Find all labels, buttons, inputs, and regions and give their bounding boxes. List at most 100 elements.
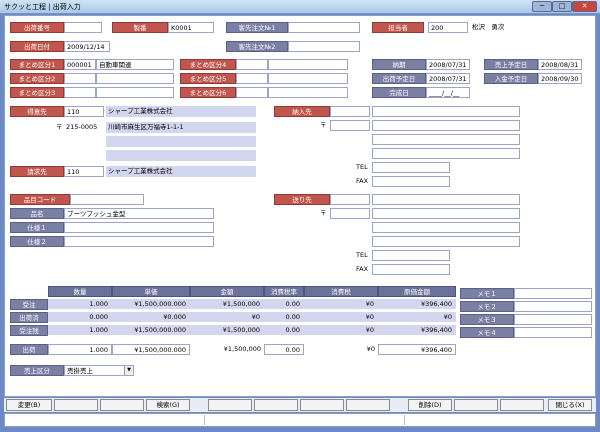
group1-name-field[interactable]: 自動車関連 bbox=[96, 59, 174, 70]
group1-label: まとめ区分1 bbox=[10, 59, 64, 70]
group6-name-field[interactable] bbox=[268, 87, 348, 98]
group3-name-field[interactable] bbox=[96, 87, 174, 98]
ship-fax-field[interactable] bbox=[372, 264, 450, 275]
delivery-tel-field[interactable] bbox=[372, 162, 450, 173]
maximize-button[interactable]: □ bbox=[552, 1, 572, 12]
delivery-address2[interactable] bbox=[372, 134, 520, 145]
ship-price-field[interactable]: ¥1,500,000.000 bbox=[112, 344, 190, 355]
row-order-amount: ¥1,500,000 bbox=[190, 299, 264, 310]
row-remaining-amount: ¥1,500,000 bbox=[190, 325, 264, 336]
row-ship-label: 出荷 bbox=[10, 344, 48, 355]
fkey-3[interactable] bbox=[100, 399, 144, 411]
item-name-field[interactable]: ブーツプッシュ金型 bbox=[64, 208, 214, 219]
ship-tel-field[interactable] bbox=[372, 250, 450, 261]
minimize-button[interactable]: ─ bbox=[532, 1, 552, 12]
row-shipped-price: ¥0.000 bbox=[112, 312, 190, 323]
group6-code-field[interactable] bbox=[236, 87, 268, 98]
memo1-label: メモ１ bbox=[460, 288, 514, 299]
group5-code-field[interactable] bbox=[236, 73, 268, 84]
ship-to-name[interactable] bbox=[372, 194, 520, 205]
delivery-date-field[interactable]: 2008/07/31 bbox=[426, 59, 470, 70]
completion-date-field[interactable]: ____/__/__ bbox=[426, 87, 470, 98]
ship-address3[interactable] bbox=[372, 236, 520, 247]
memo4-label: メモ４ bbox=[460, 327, 514, 338]
row-shipped-amount: ¥0 bbox=[190, 312, 264, 323]
ship-date-label: 出荷日付 bbox=[10, 41, 64, 52]
ship-postal-field[interactable] bbox=[330, 208, 370, 219]
memo3-field[interactable] bbox=[514, 314, 592, 325]
shipment-no-label: 出荷番号 bbox=[10, 22, 64, 33]
delivery-tel-label: TEL bbox=[356, 163, 368, 171]
seiban-field[interactable]: K0001 bbox=[168, 22, 214, 33]
group1-code-field[interactable]: 000001 bbox=[64, 59, 96, 70]
status-pane-1 bbox=[5, 415, 205, 425]
memo1-field[interactable] bbox=[514, 288, 592, 299]
row-order-qty: 1.000 bbox=[48, 299, 112, 310]
row-remaining-cost: ¥396,400 bbox=[378, 325, 456, 336]
customer-order2-field[interactable] bbox=[288, 41, 360, 52]
completion-date-label: 完成日 bbox=[372, 87, 426, 98]
ship-address1[interactable] bbox=[372, 208, 520, 219]
change-button[interactable]: 変更(B) bbox=[6, 399, 52, 411]
fkey-8[interactable] bbox=[346, 399, 390, 411]
close-window-button[interactable]: ✕ bbox=[572, 1, 597, 12]
billing-name: シャープ工業株式会社 bbox=[106, 166, 256, 177]
delivery-date-label: 納期 bbox=[372, 59, 426, 70]
chevron-down-icon[interactable]: ▼ bbox=[124, 366, 133, 375]
ship-plan-field[interactable]: 2008/07/31 bbox=[426, 73, 470, 84]
col-cost: 原価金額 bbox=[378, 286, 456, 297]
staff-label: 担当者 bbox=[372, 22, 424, 33]
delivery-address3[interactable] bbox=[372, 148, 520, 159]
group3-code-field[interactable] bbox=[64, 87, 96, 98]
group2-name-field[interactable] bbox=[96, 73, 174, 84]
search-button[interactable]: 検索(G) bbox=[146, 399, 190, 411]
delivery-address1[interactable] bbox=[372, 120, 520, 131]
fkey-11[interactable] bbox=[500, 399, 544, 411]
group2-code-field[interactable] bbox=[64, 73, 96, 84]
row-order-tax: ¥0 bbox=[304, 299, 378, 310]
group4-code-field[interactable] bbox=[236, 59, 268, 70]
spec2-label: 仕様２ bbox=[10, 236, 64, 247]
col-tax-rate: 消費税率 bbox=[264, 286, 304, 297]
shipment-no-field[interactable] bbox=[64, 22, 102, 33]
sales-plan-field[interactable]: 2008/08/31 bbox=[538, 59, 582, 70]
sales-plan-label: 売上予定日 bbox=[484, 59, 538, 70]
delete-button[interactable]: 削除(D) bbox=[408, 399, 452, 411]
fkey-7[interactable] bbox=[300, 399, 344, 411]
ship-to-code[interactable] bbox=[330, 194, 370, 205]
ship-date-field[interactable]: 2009/12/14 bbox=[64, 41, 110, 52]
memo4-field[interactable] bbox=[514, 327, 592, 338]
ship-address2[interactable] bbox=[372, 222, 520, 233]
fkey-5[interactable] bbox=[208, 399, 252, 411]
ship-cost-field[interactable]: ¥396,400 bbox=[378, 344, 456, 355]
row-order-rate: 0.00 bbox=[264, 299, 304, 310]
sales-type-select[interactable]: 売掛売上 ▼ bbox=[64, 365, 134, 376]
ship-rate-field[interactable]: 0.00 bbox=[264, 344, 304, 355]
delivery-fax-label: FAX bbox=[356, 177, 369, 185]
col-amount: 金額 bbox=[190, 286, 264, 297]
customer-order1-field[interactable] bbox=[288, 22, 360, 33]
memo2-field[interactable] bbox=[514, 301, 592, 312]
spec1-label: 仕様１ bbox=[10, 222, 64, 233]
customer-code-field[interactable]: 110 bbox=[64, 106, 104, 117]
group5-name-field[interactable] bbox=[268, 73, 348, 84]
spec1-field[interactable] bbox=[64, 222, 214, 233]
group4-name-field[interactable] bbox=[268, 59, 348, 70]
item-code-label: 品目コード bbox=[10, 194, 70, 205]
delivery-to-code[interactable] bbox=[330, 106, 370, 117]
delivery-postal-field[interactable] bbox=[330, 120, 370, 131]
item-code-field[interactable] bbox=[70, 194, 144, 205]
fkey-10[interactable] bbox=[454, 399, 498, 411]
ship-amount: ¥1,500,000 bbox=[223, 345, 261, 353]
fkey-2[interactable] bbox=[54, 399, 98, 411]
delivery-fax-field[interactable] bbox=[372, 176, 450, 187]
delivery-to-name[interactable] bbox=[372, 106, 520, 117]
ship-qty-field[interactable]: 1.000 bbox=[48, 344, 112, 355]
spec2-field[interactable] bbox=[64, 236, 214, 247]
billing-code-field[interactable]: 110 bbox=[64, 166, 104, 177]
group3-label: まとめ区分3 bbox=[10, 87, 64, 98]
staff-code-field[interactable]: 200 bbox=[428, 22, 468, 33]
close-button[interactable]: 閉じる(X) bbox=[548, 399, 592, 411]
payment-plan-field[interactable]: 2008/09/30 bbox=[538, 73, 582, 84]
fkey-6[interactable] bbox=[254, 399, 298, 411]
